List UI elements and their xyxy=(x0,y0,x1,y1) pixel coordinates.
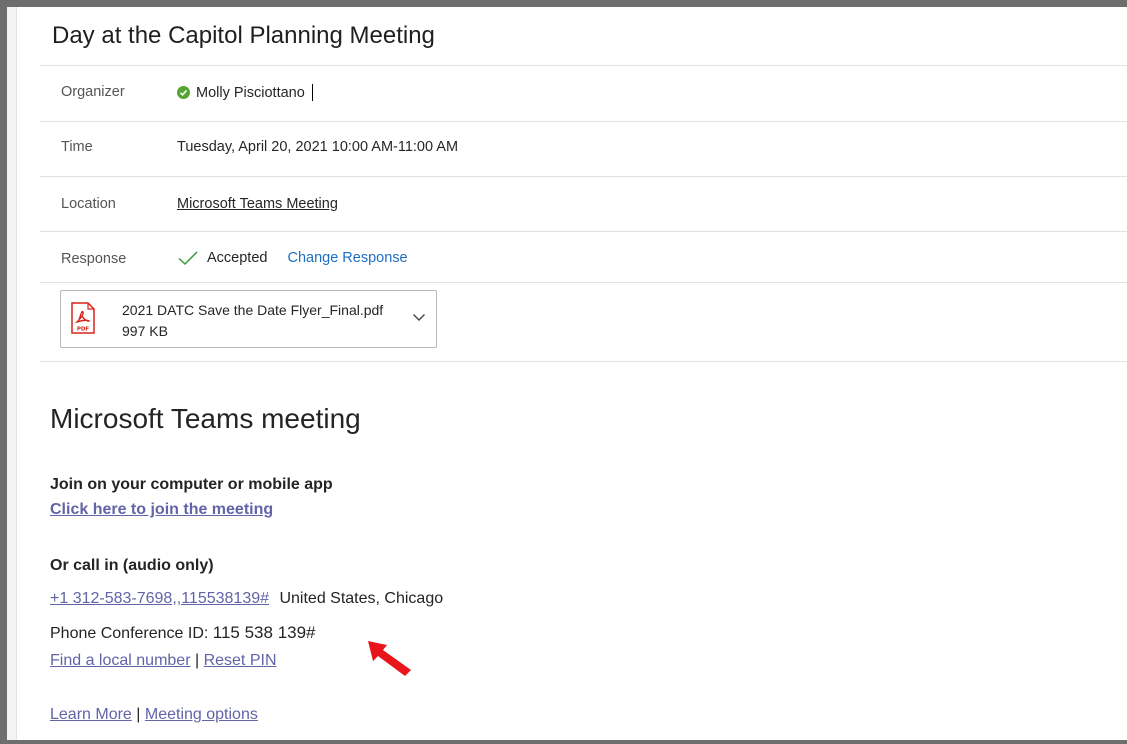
phone-region: United States, Chicago xyxy=(279,590,444,607)
attachment-card[interactable]: PDF 2021 DATC Save the Date Flyer_Final.… xyxy=(60,290,437,348)
change-response-link[interactable]: Change Response xyxy=(287,250,407,266)
separator: | xyxy=(194,652,200,669)
organizer-name[interactable]: Molly Pisciottano xyxy=(196,85,305,101)
divider xyxy=(40,282,1127,283)
divider xyxy=(40,176,1127,177)
learn-more-link[interactable]: Learn More xyxy=(50,706,132,723)
call-in-heading: Or call in (audio only) xyxy=(50,557,214,574)
attachment-name[interactable]: 2021 DATC Save the Date Flyer_Final.pdf xyxy=(122,302,383,318)
phone-number-link[interactable]: +1 312-583-7698,,115538139# xyxy=(50,590,269,607)
divider xyxy=(40,121,1127,122)
text-cursor xyxy=(311,84,313,101)
find-local-number-link[interactable]: Find a local number xyxy=(50,652,191,669)
available-check-icon xyxy=(177,86,190,99)
time-label: Time xyxy=(61,139,93,155)
divider xyxy=(40,361,1127,362)
location-link[interactable]: Microsoft Teams Meeting xyxy=(177,196,338,212)
reading-pane-edge xyxy=(7,7,17,740)
footer-links: Learn More | Meeting options xyxy=(50,706,258,724)
conference-id-line: Phone Conference ID: 115 538 139# xyxy=(50,623,316,643)
teams-meeting-heading: Microsoft Teams meeting xyxy=(50,403,361,434)
location-label: Location xyxy=(61,196,116,212)
response-status: Accepted xyxy=(207,250,268,266)
pdf-icon-label: PDF xyxy=(77,327,90,333)
divider xyxy=(40,231,1127,232)
join-meeting-link[interactable]: Click here to join the meeting xyxy=(50,501,273,519)
conference-id-label: Phone Conference ID: xyxy=(50,625,209,642)
divider xyxy=(40,65,1127,66)
chevron-down-icon[interactable] xyxy=(412,313,426,322)
event-title: Day at the Capitol Planning Meeting xyxy=(52,22,435,49)
conference-id-value: 115 538 139# xyxy=(212,623,316,642)
separator: | xyxy=(136,706,141,723)
time-value: Tuesday, April 20, 2021 10:00 AM-11:00 A… xyxy=(177,139,459,155)
local-number-line: Find a local number | Reset PIN xyxy=(50,652,277,670)
join-heading: Join on your computer or mobile app xyxy=(50,476,333,493)
phone-line: +1 312-583-7698,,115538139# United State… xyxy=(50,590,443,608)
response-label: Response xyxy=(61,251,127,267)
pdf-icon: PDF xyxy=(71,302,95,334)
meeting-options-link[interactable]: Meeting options xyxy=(145,706,258,723)
response-value: Accepted Change Response xyxy=(177,250,408,266)
checkmark-icon xyxy=(178,251,198,266)
organizer-value[interactable]: Molly Pisciottano xyxy=(177,84,313,101)
organizer-label: Organizer xyxy=(61,84,125,100)
reset-pin-link[interactable]: Reset PIN xyxy=(204,652,277,669)
red-arrow-icon xyxy=(368,641,411,676)
attachment-size: 997 KB xyxy=(122,323,168,339)
